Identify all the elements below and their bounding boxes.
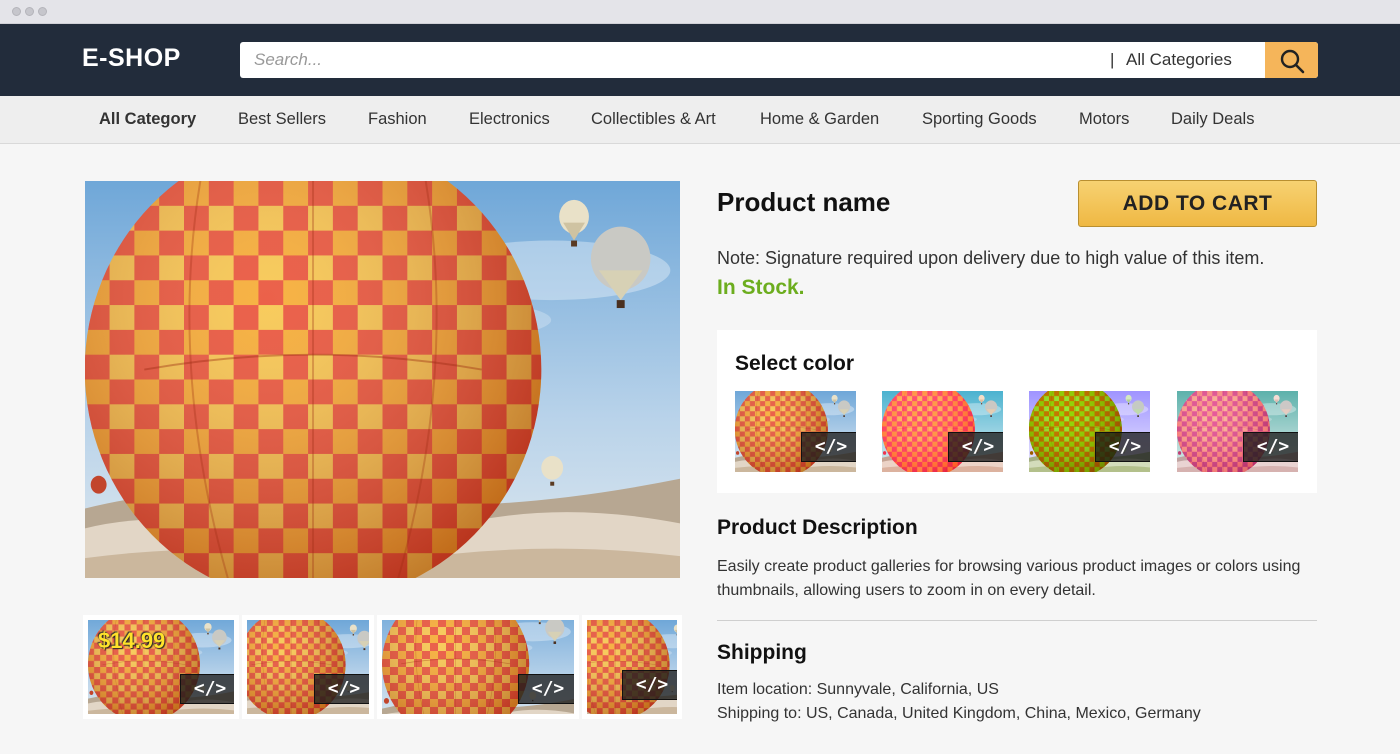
code-icon: </> <box>180 674 234 704</box>
category-nav: All Category Best Sellers Fashion Electr… <box>0 96 1400 144</box>
search-bar: | All Categories <box>240 42 1318 78</box>
color-selector: Select color </> </> </> </> <box>717 330 1317 493</box>
main-product-image[interactable] <box>85 181 680 578</box>
window-close-icon[interactable] <box>12 7 21 16</box>
window-maximize-icon[interactable] <box>38 7 47 16</box>
shipping-title: Shipping <box>717 641 807 664</box>
category-select[interactable]: All Categories <box>1126 50 1232 70</box>
code-icon: </> <box>1243 432 1298 462</box>
delivery-note: Note: Signature required upon delivery d… <box>717 248 1265 268</box>
nav-item-daily-deals[interactable]: Daily Deals <box>1171 110 1254 129</box>
thumbnail-2[interactable]: </> <box>242 615 374 719</box>
code-icon: </> <box>1095 432 1150 462</box>
select-color-title: Select color <box>735 352 855 375</box>
search-icon <box>1280 49 1305 74</box>
nav-item-all-category[interactable]: All Category <box>99 110 196 129</box>
search-button[interactable] <box>1265 42 1318 78</box>
search-input[interactable] <box>254 42 1074 78</box>
site-logo[interactable]: E-SHOP <box>82 44 181 73</box>
nav-item-best-sellers[interactable]: Best Sellers <box>238 110 326 129</box>
shipping-location: Item location: Sunnyvale, California, US <box>717 681 999 698</box>
window-titlebar <box>0 0 1400 24</box>
thumbnail-4[interactable]: </> <box>582 615 682 719</box>
window-minimize-icon[interactable] <box>25 7 34 16</box>
color-swatch-original[interactable]: </> <box>735 391 856 472</box>
nav-item-sporting-goods[interactable]: Sporting Goods <box>922 110 1037 129</box>
section-divider <box>717 620 1317 621</box>
color-swatch-cool[interactable]: </> <box>1177 391 1298 472</box>
shipping-destinations: Shipping to: US, Canada, United Kingdom,… <box>717 705 1201 722</box>
product-name: Product name <box>717 187 891 217</box>
code-icon: </> <box>314 674 369 704</box>
thumbnail-1[interactable]: $14.99 </> <box>83 615 239 719</box>
code-icon: </> <box>622 670 677 700</box>
add-to-cart-button[interactable]: ADD TO CART <box>1078 180 1317 227</box>
nav-item-home-garden[interactable]: Home & Garden <box>760 110 879 129</box>
code-icon: </> <box>801 432 856 462</box>
thumbnail-3[interactable]: </> <box>377 615 579 719</box>
nav-item-electronics[interactable]: Electronics <box>469 110 550 129</box>
code-icon: </> <box>518 674 574 704</box>
stock-status: In Stock. <box>717 276 805 299</box>
category-separator: | <box>1110 50 1115 69</box>
description-text: Easily create product galleries for brow… <box>717 558 1301 599</box>
nav-item-motors[interactable]: Motors <box>1079 110 1129 129</box>
nav-item-collectibles-art[interactable]: Collectibles & Art <box>591 110 716 129</box>
site-header: E-SHOP | All Categories <box>0 24 1400 96</box>
description-title: Product Description <box>717 516 918 539</box>
code-icon: </> <box>948 432 1003 462</box>
color-swatch-warm[interactable]: </> <box>882 391 1003 472</box>
nav-item-fashion[interactable]: Fashion <box>368 110 427 129</box>
color-swatch-green[interactable]: </> <box>1029 391 1150 472</box>
price-tag: $14.99 <box>98 628 166 653</box>
